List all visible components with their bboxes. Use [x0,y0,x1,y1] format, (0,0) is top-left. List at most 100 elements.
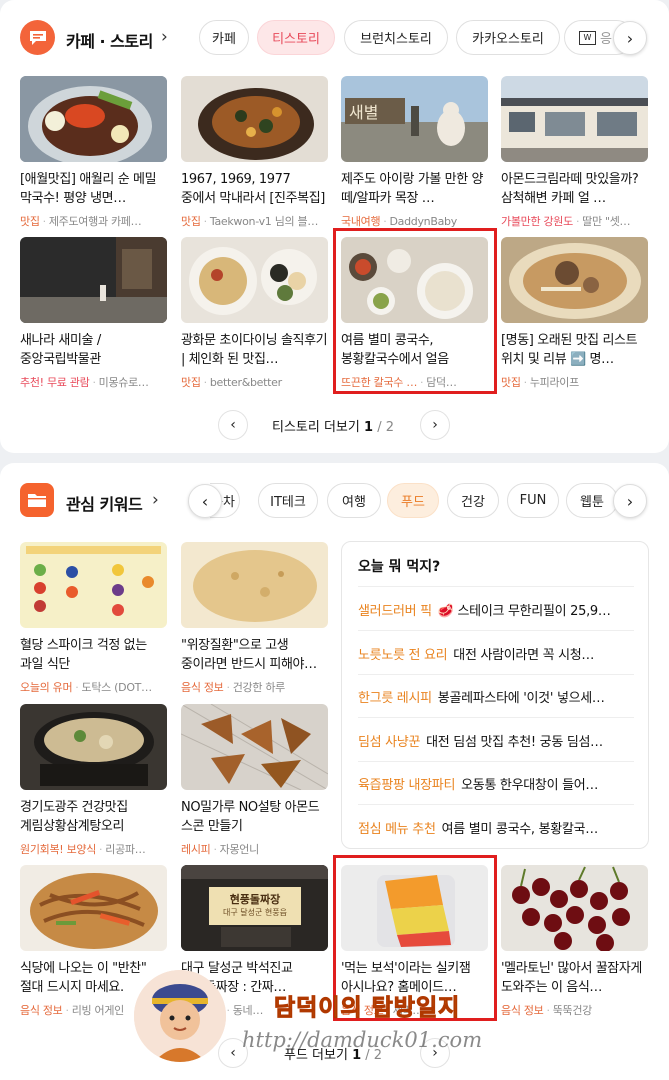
list-item[interactable]: '멜라토닌' 많아서 꿀잠자게 도와주는 이 음식… 음식 정보 · 뚝뚝건강 [501,865,648,1018]
tile-title: [명동] 오래된 맛집 리스트 위치 및 리뷰 ➡️ 명… [501,333,638,367]
chevron-left-icon: ‹ [230,1045,236,1061]
thumbnail-image [181,237,328,323]
thumbnail-image [20,865,167,951]
thumbnail-image [501,76,648,162]
thumbnail-image [341,237,488,323]
thumbnail-image: 현풍돌짜장 대구 달성군 현풍읍 [181,865,328,951]
list-item[interactable]: 현풍돌짜장 대구 달성군 현풍읍 대구 달성군 박석진교 현풍돌짜장 : 간짜…… [181,865,328,1018]
chip-food[interactable]: 푸드 [387,483,439,518]
prev-page-button[interactable]: ‹ [218,1038,248,1068]
list-item[interactable]: 여름 별미 콩국수, 봉황칼국수에서 얼음 동동… 뜨끈한 칼국수 …·담덕… [341,237,488,390]
thumbnail-image [20,76,167,162]
chip-tistory[interactable]: 티스토리 [257,20,335,55]
tile-title: '멜라토닌' 많아서 꿀잠자게 도와주는 이 음식… [501,961,642,995]
thumbnail-image [20,704,167,790]
cafe-story-header: 카페 · 스토리 › 카페 티스토리 브런치스토리 카카오스토리 W 응 › [0,18,669,58]
divider [358,804,634,805]
prev-page-button[interactable]: ‹ [218,410,248,440]
what-to-eat-box: 오늘 뭐 먹지? 샐러드러버 픽 🥩 스테이크 무한리필이 25,9… 노릇노릇 … [341,541,649,849]
tile-meta: 원기회복! 보양식 · 리공파… [20,843,146,856]
pagination: ‹ 티스토리 더보기 1 / 2 › [0,410,669,440]
tile-meta: 가볼만한 강원도 · 딸만 "셋… [501,215,631,228]
interest-keyword-header: 관심 키워드 › ‹ 동차 IT테크 여행 푸드 건강 FUN 웹툰 › [0,481,669,521]
list-item[interactable]: 새별 제주도 아이랑 가볼 만한 양 떼/알파카 목장 … 국내여행 · Daddy… [341,76,488,229]
list-item[interactable]: 1967, 1969, 1977 중에서 막내라서 [진주복집]으… 맛집·Ta… [181,76,328,229]
chevron-right-icon: › [626,28,634,48]
thumbnail-image [20,542,167,628]
divider [358,586,634,587]
tile-meta: 맛집 탐방 · 동네… [181,1004,264,1017]
tile-meta: 맛집 · 누피라이프 [501,376,579,389]
keyword-row[interactable]: 한그릇 레시피 봉골레파스타에 '이것' 넣으세… [358,687,634,706]
tile-title: 혈당 스파이크 걱정 없는 과일 식단 [20,638,147,672]
tile-title: 아몬드크림라떼 맛있을까? 삼척해변 카페 얼 … [501,172,639,206]
cafe-story-card: 카페 · 스토리 › 카페 티스토리 브런치스토리 카카오스토리 W 응 › [… [0,0,669,453]
chevron-right-icon[interactable]: › [161,27,168,47]
pager-label[interactable]: 푸드 더보기 1 / 2 [284,1044,382,1063]
list-item[interactable]: 새나라 새미술 / 중앙국립박물관 추천! 무료 관람 · 미몽슈로… [20,237,167,390]
section-title[interactable]: 관심 키워드 [66,491,143,515]
tile-title: 대구 달성군 박석진교 현풍돌짜장 : 간짜… [181,961,293,995]
chip-prev-button[interactable]: ‹ [188,484,222,518]
chip-fun[interactable]: FUN [507,483,559,518]
next-page-button[interactable]: › [420,410,450,440]
folder-icon [20,483,54,517]
tile-title: '먹는 보석'이라는 실키잼 아시나요? 홈메이드… [341,961,471,995]
list-item[interactable]: 혈당 스파이크 걱정 없는 과일 식단 오늘의 유머 · 도탁스 (DOT… [20,542,167,695]
keyword-row[interactable]: 점심 메뉴 추천 여름 별미 콩국수, 봉황칼국… [358,818,634,837]
tile-meta: 맛집 · 제주도여행과 카페… [20,215,142,228]
thumbnail-image [181,76,328,162]
list-item[interactable]: 아몬드크림라떼 맛있을까? 삼척해변 카페 얼 … 가볼만한 강원도 · 딸만 "셋… [501,76,648,229]
tile-meta: 음식 정보 · 뚝뚝건강 [501,1004,592,1017]
chevron-right-icon[interactable]: › [152,490,159,510]
divider [358,674,634,675]
list-item[interactable]: "위장질환"으로 고생 중이라면 반드시 피해야… 음식 정보 · 건강한 하루 [181,542,328,695]
keyword-row[interactable]: 샐러드러버 픽 🥩 스테이크 무한리필이 25,9… [358,600,634,619]
list-item[interactable]: 광화문 초이다이닝 솔직후기 | 체인화 된 맛집… 맛집 · better&bet… [181,237,328,390]
tile-meta: 맛집 · better&better [181,376,282,389]
tile-meta: 국내여행 · DaddynBaby [341,215,457,228]
list-item[interactable]: [명동] 오래된 맛집 리스트 위치 및 리뷰 ➡️ 명… 맛집 · 누피라이프 [501,237,648,390]
list-item[interactable]: 경기도광주 건강맛집 계림상황삼계탕오리 원기회복! 보양식 · 리공파… [20,704,167,857]
chip-health[interactable]: 건강 [447,483,499,518]
divider [358,761,634,762]
chip-it[interactable]: IT테크 [258,483,318,518]
tile-title: 여름 별미 콩국수, 봉황칼국수에서 얼음 동동… [341,333,449,367]
tile-title: NO밀가루 NO설탕 아몬드 스콘 만들기 [181,800,320,834]
chip-travel[interactable]: 여행 [327,483,381,518]
keyword-row[interactable]: 육즙팡팡 내장파티 오동통 한우대창이 들어… [358,774,634,793]
tile-title: 광화문 초이다이닝 솔직후기 | 체인화 된 맛집… [181,333,328,367]
keyword-row[interactable]: 딤섬 사냥꾼 대전 딤섬 맛집 추천! 궁동 딤섬… [358,731,634,750]
pager-label[interactable]: 티스토리 더보기 1 / 2 [272,416,394,435]
thumbnail-image [501,865,648,951]
chip-webtoon[interactable]: 웹툰 [566,483,618,518]
thumbnail-subcaption: 대구 달성군 현풍읍 [223,908,287,917]
chip-brunch[interactable]: 브런치스토리 [344,20,448,55]
tile-meta: 음식 정보 · 세리… [341,1004,424,1017]
tile-title: 새나라 새미술 / 중앙국립박물관 [20,333,101,367]
next-page-button[interactable]: › [420,1038,450,1068]
chip-kakaostory[interactable]: 카카오스토리 [456,20,560,55]
thumbnail-image [181,704,328,790]
thumbnail-image [341,865,488,951]
thumbnail-caption: 현풍돌짜장 [229,893,281,906]
tile-meta: 음식 정보 · 리빙 어게인 [20,1004,124,1017]
section-title[interactable]: 카페 · 스토리 [66,28,153,52]
list-item[interactable]: 식당에 나오는 이 "반찬" 절대 드시지 마세요. 음식 정보 · 리빙 어게인 [20,865,167,1018]
chevron-right-icon: › [432,417,438,433]
tile-meta: 오늘의 유머 · 도탁스 (DOT… [20,681,152,694]
list-item[interactable]: [애월맛집] 애월리 순 메밀 막국수! 평양 냉면… 맛집 · 제주도여행과 카페… [20,76,167,229]
chevron-right-icon: › [626,491,634,511]
list-item[interactable]: NO밀가루 NO설탕 아몬드 스콘 만들기 레시피 · 자몽언니 [181,704,328,857]
list-item[interactable]: '먹는 보석'이라는 실키잼 아시나요? 홈메이드… 음식 정보 · 세리… [341,865,488,1018]
keyword-row[interactable]: 노릇노릇 전 요리 대전 사람이라면 꼭 시청… [358,644,634,663]
tile-meta: 레시피 · 자몽언니 [181,843,259,856]
tile-meta: 뜨끈한 칼국수 … · 담덕… [341,376,457,389]
thumbnail-image [181,542,328,628]
chip-next-button[interactable]: › [613,484,647,518]
tile-meta: 추천! 무료 관람 · 미몽슈로… [20,376,149,389]
chip-next-button[interactable]: › [613,21,647,55]
chip-cafe[interactable]: 카페 [199,20,249,55]
tile-title: 제주도 아이랑 가볼 만한 양 떼/알파카 목장 … [341,172,484,206]
chevron-right-icon: › [432,1045,438,1061]
